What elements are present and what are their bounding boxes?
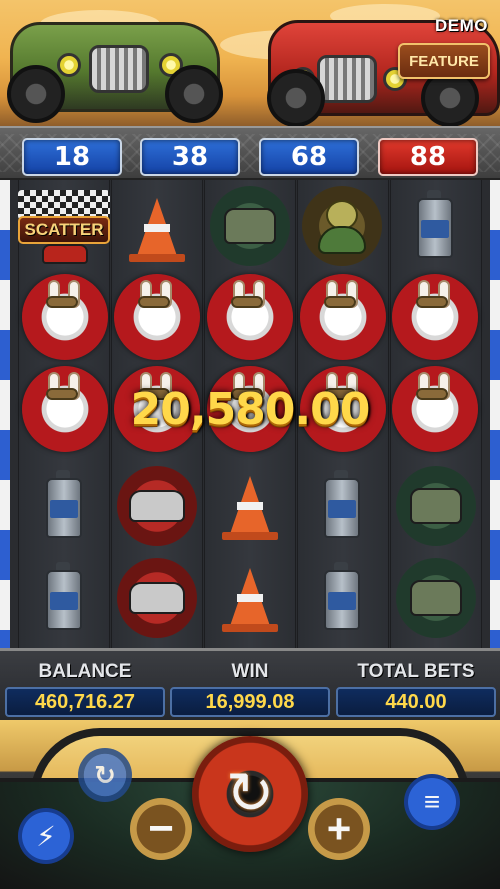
top-banner: DEMO FEATURE <box>0 0 500 128</box>
spin-button[interactable]: ↻ <box>192 736 308 852</box>
oil-can-label <box>50 500 78 518</box>
oil-can-symbol <box>395 188 475 268</box>
total-bets-label: TOTAL BETS <box>357 661 475 682</box>
oil-can-label <box>50 592 78 610</box>
rabbit-symbol <box>300 274 386 360</box>
headlight <box>57 53 81 77</box>
line-88-button[interactable]: 88 <box>378 138 478 176</box>
car-shape <box>129 490 185 522</box>
oil-can-symbol <box>24 560 104 640</box>
balance-box: BALANCE 460,716.27 <box>5 661 165 717</box>
decrease-bet-button[interactable]: − <box>130 798 192 860</box>
balance-label: BALANCE <box>38 661 132 682</box>
rabbit-symbol <box>22 274 108 360</box>
cone-base <box>222 532 278 540</box>
scatter-label: SCATTER <box>18 216 110 244</box>
traffic-cone-symbol <box>210 468 290 548</box>
refresh-arrows-icon: ↻ <box>225 761 275 826</box>
balance-value: 460,716.27 <box>5 687 165 717</box>
scatter-car <box>42 244 88 264</box>
autoplay-icon: ↻ <box>94 759 116 790</box>
rabbit-goggles <box>324 296 356 308</box>
win-box: WIN 16,999.08 <box>170 661 330 717</box>
car-grill <box>89 45 149 93</box>
traffic-cone-symbol <box>117 190 197 270</box>
green-car-illustration <box>7 22 223 123</box>
line-18-button[interactable]: 18 <box>22 138 122 176</box>
cone-band <box>237 502 263 510</box>
car-shape <box>129 582 185 614</box>
menu-icon: ≡ <box>423 786 441 817</box>
line-38-button[interactable]: 38 <box>140 138 240 176</box>
wheel <box>267 69 325 127</box>
rabbit-goggles <box>231 296 263 308</box>
cone-base <box>129 254 185 262</box>
line-68-button[interactable]: 68 <box>259 138 359 176</box>
autoplay-button[interactable]: ↻ <box>78 748 132 802</box>
win-label: WIN <box>231 661 269 682</box>
green-car-symbol <box>396 466 476 546</box>
rabbit-goggles <box>138 296 170 308</box>
total-bets-value: 440.00 <box>336 687 496 717</box>
oil-can-label <box>328 500 356 518</box>
feature-button[interactable]: FEATURE <box>398 43 490 79</box>
menu-button[interactable]: ≡ <box>404 774 460 830</box>
wheel <box>165 65 223 123</box>
minus-icon: − <box>148 804 174 853</box>
rabbit-symbol <box>392 274 478 360</box>
cone-band <box>237 594 263 602</box>
scatter-symbol: SCATTER <box>18 186 110 266</box>
oil-can-label <box>421 220 449 238</box>
win-value: 16,999.08 <box>170 687 330 717</box>
line-selector-bar: 18 38 68 88 <box>0 126 500 180</box>
green-car-symbol <box>396 558 476 638</box>
info-panel: BALANCE 460,716.27 WIN 16,999.08 TOTAL B… <box>0 648 500 720</box>
green-car-symbol <box>210 186 290 266</box>
rabbit-symbol <box>207 274 293 360</box>
demo-label: DEMO <box>435 16 488 35</box>
rabbit-goggles <box>416 296 448 308</box>
plus-icon: + <box>326 805 352 852</box>
turbo-button[interactable]: ⚡︎ <box>18 808 74 864</box>
rabbit-goggles <box>46 296 78 308</box>
car-grill <box>317 55 377 103</box>
increase-bet-button[interactable]: + <box>308 798 370 860</box>
total-bets-box: TOTAL BETS 440.00 <box>336 661 496 717</box>
oil-can-label <box>328 592 356 610</box>
turtle-shell <box>318 226 366 254</box>
rabbit-symbol <box>114 274 200 360</box>
car-shape <box>410 488 462 524</box>
lightning-icon: ⚡︎ <box>36 820 56 852</box>
turtle-symbol <box>302 186 382 266</box>
wheel <box>7 65 65 123</box>
oil-can-symbol <box>302 560 382 640</box>
car-shape <box>410 580 462 616</box>
car-shape <box>224 208 276 244</box>
traffic-cone-symbol <box>210 560 290 640</box>
cone-band <box>144 224 170 232</box>
oil-can-symbol <box>302 468 382 548</box>
oil-can-symbol <box>24 468 104 548</box>
cone-base <box>222 624 278 632</box>
red-car-symbol <box>117 466 197 546</box>
red-car-symbol <box>117 558 197 638</box>
win-amount-overlay: 20,580.00 <box>130 384 371 435</box>
